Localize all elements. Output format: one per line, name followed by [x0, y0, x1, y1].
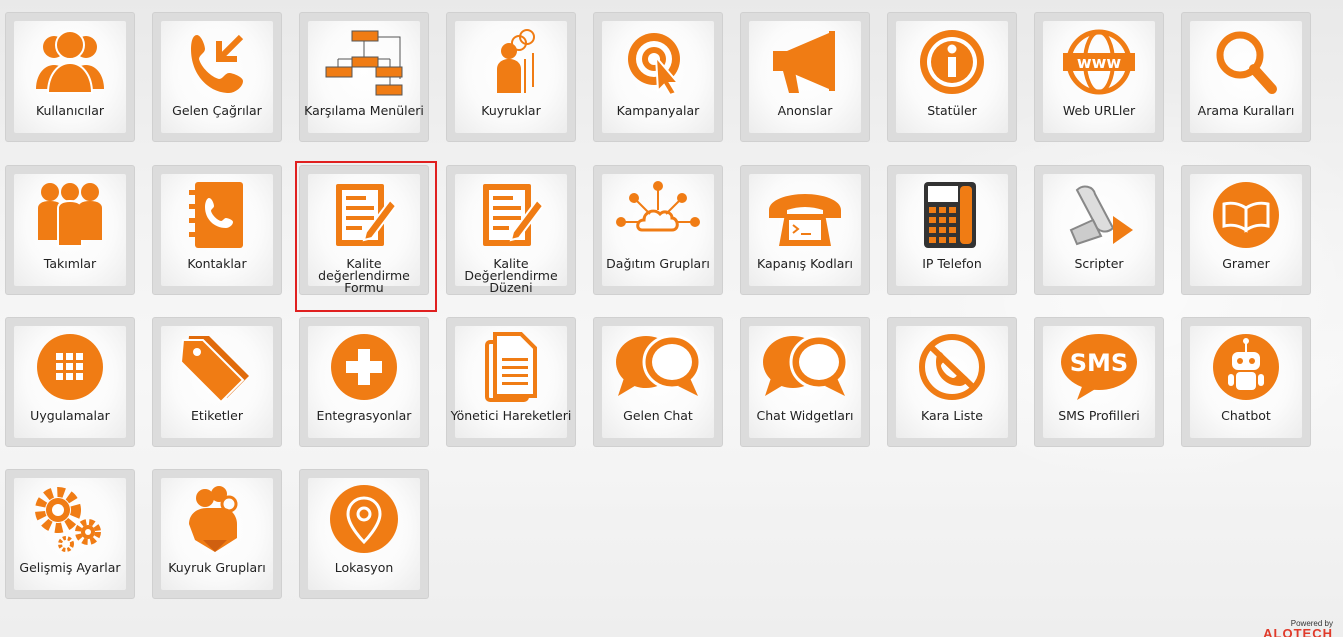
documents-icon [469, 332, 553, 402]
desk-phone-icon [910, 180, 994, 250]
incoming-call-icon [175, 27, 259, 97]
tile-label: Takımlar [43, 256, 97, 271]
brand-logo-text: ALOTECH [1263, 628, 1333, 637]
tile-label: SMS Profilleri [1058, 408, 1140, 423]
tile-label: Lokasyon [334, 560, 394, 575]
tile-kapanis-kodlari[interactable]: Kapanış Kodları [740, 165, 870, 295]
www-globe-icon: www [1057, 27, 1141, 97]
tile-kara-liste[interactable]: Kara Liste [887, 317, 1017, 447]
target-cursor-icon [616, 27, 700, 97]
tile-label: Entegrasyonlar [316, 408, 412, 423]
tile-sms-profilleri[interactable]: SMS SMS Profilleri [1034, 317, 1164, 447]
tile-label: Gelen Çağrılar [172, 103, 262, 118]
tile-gelen-chat[interactable]: Gelen Chat [593, 317, 723, 447]
tile-takimlar[interactable]: Takımlar [5, 165, 135, 295]
blocked-phone-icon [910, 332, 994, 402]
sms-bubble-icon: SMS [1057, 332, 1141, 402]
tile-label: Dağıtım Grupları [606, 256, 710, 271]
tile-label: Kapanış Kodları [756, 256, 853, 271]
tile-label: Yönetici Hareketleri [450, 408, 572, 423]
info-icon [910, 27, 994, 97]
flowchart-icon [322, 27, 406, 97]
tile-label: Scripter [1074, 256, 1124, 271]
tile-label: Kuyruk Grupları [168, 560, 266, 575]
group-pointer-icon [175, 484, 259, 554]
tile-label: Kalite değerlendirme Formu [318, 256, 410, 295]
magnifier-icon [1204, 27, 1288, 97]
tile-label: Arama Kuralları [1197, 103, 1295, 118]
tile-chatbot[interactable]: Chatbot [1181, 317, 1311, 447]
tile-kampanyalar[interactable]: Kampanyalar [593, 12, 723, 142]
tile-label: Chatbot [1221, 408, 1271, 423]
tile-kuyruk-gruplari[interactable]: Kuyruk Grupları [152, 469, 282, 599]
form-edit-icon [322, 180, 406, 250]
robot-icon [1204, 332, 1288, 402]
tile-label: Gelen Chat [623, 408, 693, 423]
tile-label: Kontaklar [187, 256, 247, 271]
app-grid-icon [28, 332, 112, 402]
tile-entegrasyonlar[interactable]: Entegrasyonlar [299, 317, 429, 447]
queue-people-icon [469, 27, 553, 97]
tile-scripter[interactable]: Scripter [1034, 165, 1164, 295]
tile-label: Kara Liste [921, 408, 983, 423]
gears-icon [28, 484, 112, 554]
tile-label: IP Telefon [922, 256, 982, 271]
tile-etiketler[interactable]: Etiketler [152, 317, 282, 447]
team-icon [28, 180, 112, 250]
cloud-network-icon [616, 180, 700, 250]
tile-anonslar[interactable]: Anonslar [740, 12, 870, 142]
svg-text:www: www [1077, 53, 1122, 72]
tile-label: Gramer [1222, 256, 1270, 271]
tile-gelismis-ayarlar[interactable]: Gelişmiş Ayarlar [5, 469, 135, 599]
tile-arama-kurallari[interactable]: Arama Kuralları [1181, 12, 1311, 142]
tile-kalite-degerlendirme-formu[interactable]: Kalite değerlendirme Formu [299, 165, 429, 295]
tile-kullanicilar[interactable]: Kullanıcılar [5, 12, 135, 142]
tile-label: Uygulamalar [30, 408, 110, 423]
tile-label: Kuyruklar [481, 103, 541, 118]
powered-by-text: Powered by [1290, 619, 1333, 628]
tile-kuyruklar[interactable]: Kuyruklar [446, 12, 576, 142]
powered-by: Powered by ALOTECH [1263, 619, 1333, 637]
tile-karsilama-menuleri[interactable]: Karşılama Menüleri [299, 12, 429, 142]
tile-lokasyon[interactable]: Lokasyon [299, 469, 429, 599]
tile-uygulamalar[interactable]: Uygulamalar [5, 317, 135, 447]
tile-label: Anonslar [777, 103, 833, 118]
users-icon [28, 27, 112, 97]
tile-statuler[interactable]: Statüler [887, 12, 1017, 142]
form-edit-icon [469, 180, 553, 250]
chat-bubbles-icon [616, 332, 700, 402]
tile-chat-widgetlari[interactable]: Chat Widgetları [740, 317, 870, 447]
tile-web-urller[interactable]: www Web URLler [1034, 12, 1164, 142]
script-scroll-icon [1057, 180, 1141, 250]
tile-gramer[interactable]: Gramer [1181, 165, 1311, 295]
plus-circle-icon [322, 332, 406, 402]
tile-ip-telefon[interactable]: IP Telefon [887, 165, 1017, 295]
svg-text:SMS: SMS [1070, 349, 1128, 377]
tile-kalite-degerlendirme-duzeni[interactable]: Kalite Değerlendirme Düzeni [446, 165, 576, 295]
location-pin-icon [322, 484, 406, 554]
tags-icon [175, 332, 259, 402]
tile-label: Kampanyalar [616, 103, 700, 118]
phone-terminal-icon [763, 180, 847, 250]
tile-kontaklar[interactable]: Kontaklar [152, 165, 282, 295]
tile-label: Chat Widgetları [756, 408, 854, 423]
tile-gelen-cagrilar[interactable]: Gelen Çağrılar [152, 12, 282, 142]
megaphone-icon [763, 27, 847, 97]
contact-book-icon [175, 180, 259, 250]
tile-label: Kullanıcılar [35, 103, 105, 118]
tile-label: Statüler [927, 103, 977, 118]
book-icon [1204, 180, 1288, 250]
tile-yonetici-hareketleri[interactable]: Yönetici Hareketleri [446, 317, 576, 447]
tile-dagitim-gruplari[interactable]: Dağıtım Grupları [593, 165, 723, 295]
chat-bubbles-icon [763, 332, 847, 402]
tile-label: Karşılama Menüleri [304, 103, 424, 118]
tile-label: Gelişmiş Ayarlar [19, 560, 121, 575]
tile-label: Web URLler [1062, 103, 1136, 118]
tile-label: Etiketler [191, 408, 243, 423]
tile-label: Kalite Değerlendirme Düzeni [464, 256, 558, 295]
